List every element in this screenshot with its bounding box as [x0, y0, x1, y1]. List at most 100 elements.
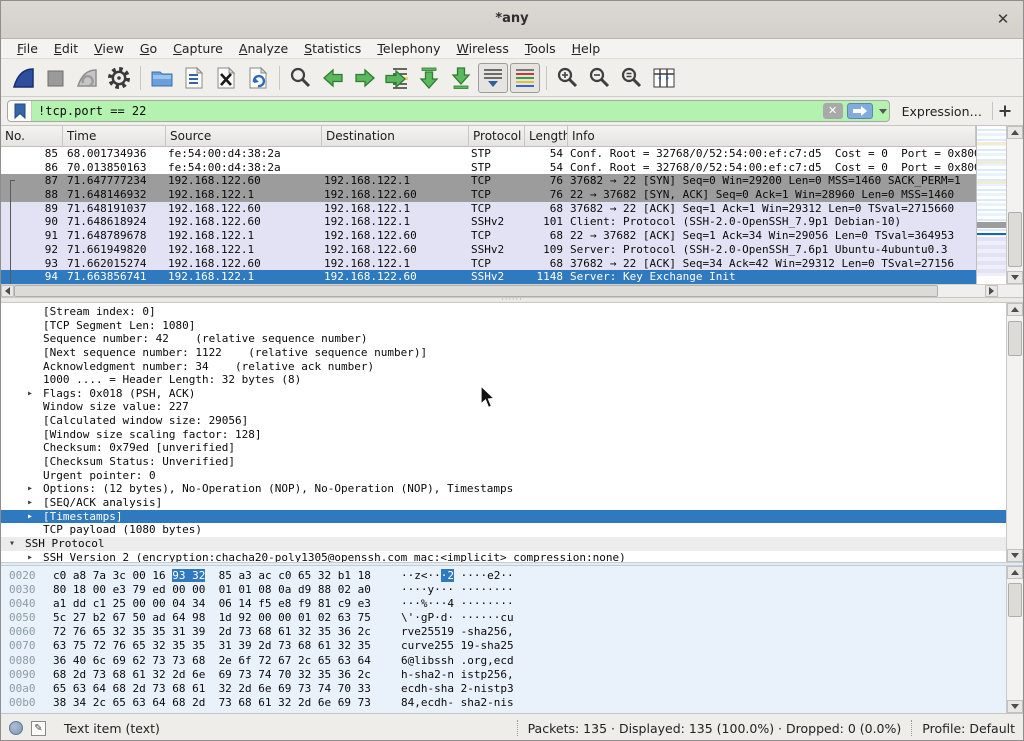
- detail-row[interactable]: 1000 .... = Header Length: 32 bytes (8): [1, 373, 1006, 387]
- column-header-length[interactable]: Length: [525, 126, 568, 146]
- menu-analyze[interactable]: Analyze: [231, 40, 296, 57]
- detail-row[interactable]: [Stream index: 0]: [1, 305, 1006, 319]
- packet-row[interactable]: 8670.013850163fe:54:00:d4:38:2aSTP54Conf…: [1, 161, 976, 175]
- autoscroll-icon[interactable]: [478, 63, 508, 93]
- detail-row[interactable]: ▸[SEQ/ACK analysis]: [1, 496, 1006, 510]
- zoom-in-icon[interactable]: [553, 63, 583, 93]
- last-packet-icon[interactable]: [446, 63, 476, 93]
- restart-capture-icon[interactable]: [72, 63, 102, 93]
- hex-row[interactable]: 00b038 34 2c 65 63 64 68 2d 73 68 61 32 …: [1, 696, 1006, 710]
- detail-row[interactable]: ▸[Timestamps]: [1, 510, 1006, 524]
- tree-right-icon[interactable]: ▸: [27, 387, 43, 401]
- tree-right-icon[interactable]: ▸: [27, 551, 43, 562]
- menu-help[interactable]: Help: [564, 40, 609, 57]
- column-header-protocol[interactable]: Protocol: [469, 126, 525, 146]
- scroll-up-icon[interactable]: [1007, 566, 1023, 579]
- hex-row[interactable]: 0020c0 a8 7a 3c 00 16 93 32 85 a3 ac c0 …: [1, 569, 1006, 583]
- tree-down-icon[interactable]: ▾: [9, 537, 25, 551]
- detail-row[interactable]: Sequence number: 42 (relative sequence n…: [1, 332, 1006, 346]
- first-packet-icon[interactable]: [414, 63, 444, 93]
- packet-row[interactable]: 8871.648146932192.168.122.1192.168.122.6…: [1, 188, 976, 202]
- hex-row[interactable]: 0040a1 dd c1 25 00 00 04 34 06 14 f5 e8 …: [1, 597, 1006, 611]
- close-file-icon[interactable]: [211, 63, 241, 93]
- scroll-down-icon[interactable]: [1007, 271, 1023, 284]
- detail-row[interactable]: [Window size scaling factor: 128]: [1, 428, 1006, 442]
- filter-text[interactable]: !tcp.port == 22: [32, 104, 823, 118]
- detail-row[interactable]: Checksum: 0x79ed [unverified]: [1, 441, 1006, 455]
- scroll-track[interactable]: [938, 285, 985, 297]
- detail-row[interactable]: [Checksum Status: Unverified]: [1, 455, 1006, 469]
- goto-packet-icon[interactable]: [382, 63, 412, 93]
- scroll-track[interactable]: [1007, 316, 1023, 549]
- open-file-icon[interactable]: [147, 63, 177, 93]
- expert-info-icon[interactable]: [9, 721, 23, 735]
- tree-right-icon[interactable]: ▸: [27, 496, 43, 510]
- detail-row[interactable]: [TCP Segment Len: 1080]: [1, 319, 1006, 333]
- menu-view[interactable]: View: [86, 40, 132, 57]
- scroll-thumb[interactable]: [1008, 321, 1022, 356]
- reload-file-icon[interactable]: [243, 63, 273, 93]
- packet-row[interactable]: 8971.648191037192.168.122.60192.168.122.…: [1, 202, 976, 216]
- bytes-vscrollbar[interactable]: [1006, 566, 1023, 713]
- scroll-down-icon[interactable]: [1007, 700, 1023, 713]
- scroll-up-icon[interactable]: [1007, 303, 1023, 316]
- scroll-up-icon[interactable]: [1007, 126, 1023, 139]
- packet-row[interactable]: 9471.663856741192.168.122.1192.168.122.6…: [1, 270, 976, 284]
- status-profile[interactable]: Profile: Default: [922, 721, 1015, 736]
- previous-packet-icon[interactable]: [318, 63, 348, 93]
- hex-row[interactable]: 008036 40 6c 69 62 73 73 68 2e 6f 72 67 …: [1, 654, 1006, 668]
- zoom-out-icon[interactable]: [585, 63, 615, 93]
- column-header-no[interactable]: No.: [1, 126, 63, 146]
- scroll-thumb[interactable]: [14, 285, 938, 297]
- resize-columns-icon[interactable]: [649, 63, 679, 93]
- tree-right-icon[interactable]: ▸: [27, 510, 43, 524]
- column-header-destination[interactable]: Destination: [322, 126, 469, 146]
- filter-clear-icon[interactable]: ✕: [823, 103, 843, 119]
- scroll-down-icon[interactable]: [1007, 549, 1023, 562]
- scroll-track[interactable]: [1007, 579, 1023, 700]
- scroll-thumb[interactable]: [1008, 212, 1022, 267]
- title-bar[interactable]: *any ✕: [1, 1, 1023, 39]
- menu-go[interactable]: Go: [132, 40, 165, 57]
- next-packet-icon[interactable]: [350, 63, 380, 93]
- find-packet-icon[interactable]: [286, 63, 316, 93]
- menu-telephony[interactable]: Telephony: [369, 40, 448, 57]
- stop-capture-icon[interactable]: [40, 63, 70, 93]
- close-icon[interactable]: ✕: [993, 9, 1013, 29]
- packet-row[interactable]: 9371.662015274192.168.122.60192.168.122.…: [1, 257, 976, 271]
- detail-row[interactable]: TCP payload (1080 bytes): [1, 523, 1006, 537]
- expression-button[interactable]: Expression…: [890, 104, 992, 119]
- intelligent-scrollbar-minimap[interactable]: [976, 126, 1006, 284]
- save-file-icon[interactable]: [179, 63, 209, 93]
- detail-row[interactable]: ▸Options: (12 bytes), No-Operation (NOP)…: [1, 482, 1006, 496]
- menu-statistics[interactable]: Statistics: [296, 40, 369, 57]
- detail-row[interactable]: Acknowledgment number: 34 (relative ack …: [1, 360, 1006, 374]
- detail-row[interactable]: Window size value: 227: [1, 400, 1006, 414]
- menu-edit[interactable]: Edit: [46, 40, 86, 57]
- packet-row[interactable]: 9171.648789678192.168.122.1192.168.122.6…: [1, 229, 976, 243]
- zoom-reset-icon[interactable]: [617, 63, 647, 93]
- hex-row[interactable]: 003080 18 00 e3 79 ed 00 00 01 01 08 0a …: [1, 583, 1006, 597]
- detail-row[interactable]: [Calculated window size: 29056]: [1, 414, 1006, 428]
- hex-row[interactable]: 00a065 63 64 68 2d 73 68 61 32 2d 6e 69 …: [1, 682, 1006, 696]
- filter-apply-icon[interactable]: [847, 103, 873, 119]
- colorize-icon[interactable]: [510, 63, 540, 93]
- column-header-source[interactable]: Source: [166, 126, 322, 146]
- menu-file[interactable]: File: [9, 40, 46, 57]
- scroll-left-icon[interactable]: [1, 285, 14, 297]
- detail-row[interactable]: Urgent pointer: 0: [1, 469, 1006, 483]
- scroll-track[interactable]: [1007, 139, 1023, 271]
- detail-row[interactable]: ▾SSH Protocol: [1, 537, 1006, 551]
- packet-row[interactable]: 9271.661949820192.168.122.1192.168.122.6…: [1, 243, 976, 257]
- hex-row[interactable]: 00505c 27 b2 67 50 ad 64 98 1d 92 00 00 …: [1, 611, 1006, 625]
- packet-row[interactable]: 9071.648618924192.168.122.60192.168.122.…: [1, 215, 976, 229]
- hex-row[interactable]: 007063 75 72 76 65 32 35 35 31 39 2d 73 …: [1, 639, 1006, 653]
- detail-row[interactable]: ▸SSH Version 2 (encryption:chacha20-poly…: [1, 551, 1006, 562]
- packet-list-vscrollbar[interactable]: [1006, 126, 1023, 284]
- scroll-thumb[interactable]: [1008, 583, 1022, 617]
- menu-tools[interactable]: Tools: [517, 40, 564, 57]
- capture-comment-icon[interactable]: [31, 721, 46, 736]
- menu-wireless[interactable]: Wireless: [449, 40, 517, 57]
- column-header-info[interactable]: Info: [568, 126, 976, 146]
- display-filter-input[interactable]: !tcp.port == 22 ✕: [7, 100, 890, 122]
